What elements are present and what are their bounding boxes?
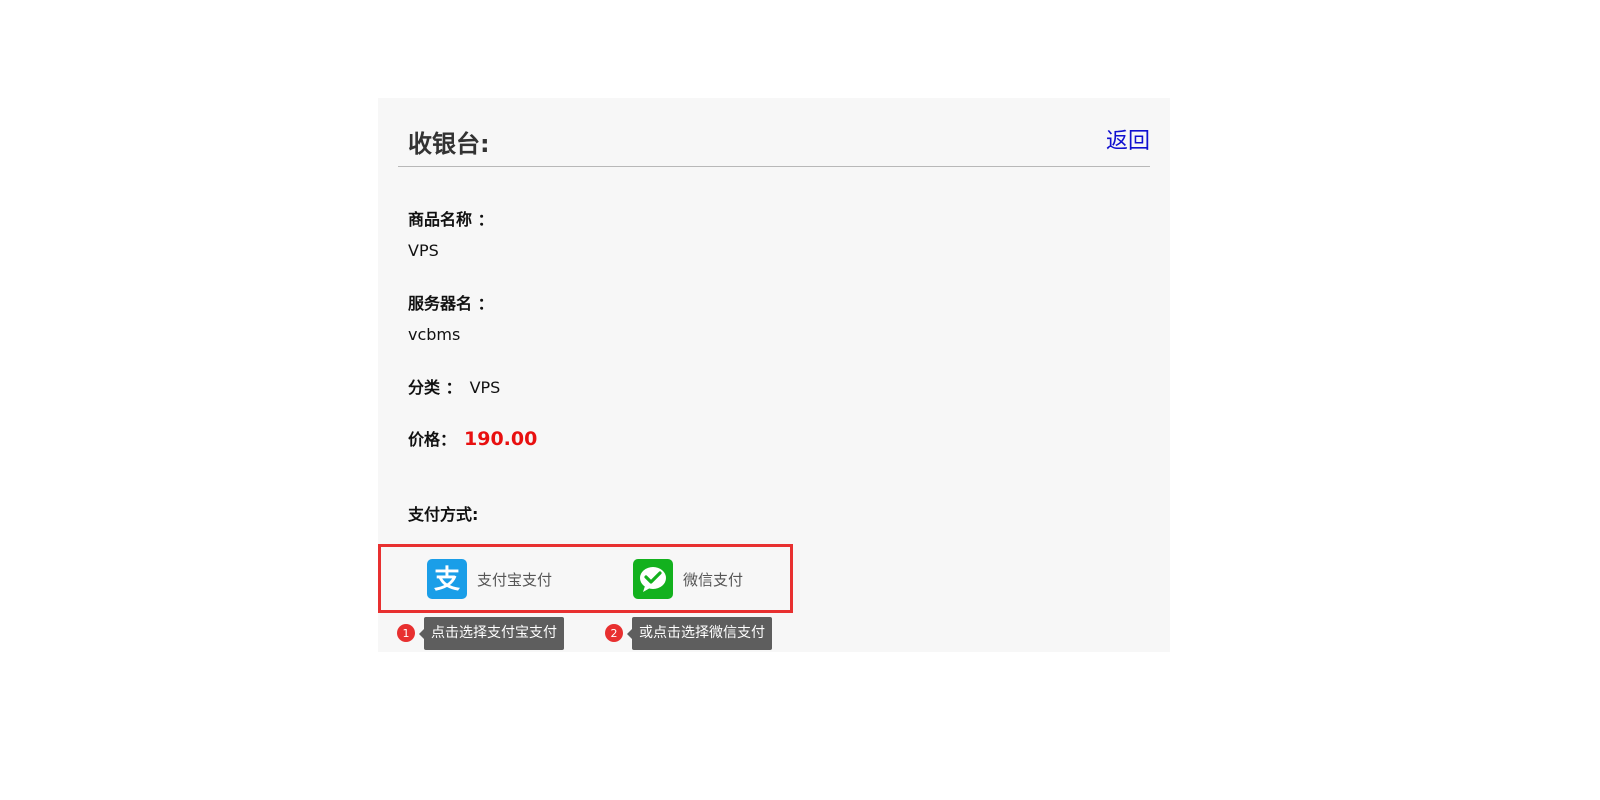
tip-2: 2 或点击选择微信支付 [605, 616, 772, 650]
page-title: 收银台: [408, 130, 490, 158]
alipay-option[interactable]: 支 支付宝支付 [427, 558, 552, 600]
server-name-value: vcbms [408, 325, 461, 344]
price-value: 190.00 [464, 428, 538, 450]
back-link[interactable]: 返回 [1106, 123, 1150, 155]
step-badge-1: 1 [397, 624, 415, 642]
tip-2-text: 或点击选择微信支付 [627, 616, 772, 650]
payment-options-box: 支 支付宝支付 微信支付 [378, 544, 793, 613]
price-row: 价格： 190.00 [408, 426, 537, 450]
server-name-label: 服务器名 ： [408, 294, 494, 313]
price-label: 价格： [408, 430, 457, 449]
product-name-label: 商品名称 ： [408, 210, 494, 229]
step-badge-2: 2 [605, 624, 623, 642]
category-row: 分类 ： VPS [408, 374, 500, 398]
alipay-option-label: 支付宝支付 [477, 570, 553, 589]
tip-1-text: 点击选择支付宝支付 [419, 616, 564, 650]
product-name-value: VPS [408, 241, 439, 260]
tip-1: 1 点击选择支付宝支付 [397, 616, 564, 650]
payment-method-label: 支付方式: [408, 505, 479, 524]
checkout-card: 收银台: 返回 商品名称 ： VPS 服务器名 ： vcbms 分类 ： VPS … [378, 98, 1170, 652]
svg-text:支: 支 [434, 565, 460, 595]
category-value: VPS [469, 378, 501, 397]
category-label: 分类 ： [408, 378, 462, 397]
checkout-header: 收银台: 返回 [398, 98, 1150, 167]
wechat-pay-option-label: 微信支付 [683, 570, 744, 589]
alipay-icon: 支 [427, 559, 467, 599]
wechat-pay-option[interactable]: 微信支付 [633, 558, 743, 600]
wechat-pay-icon [633, 559, 673, 599]
